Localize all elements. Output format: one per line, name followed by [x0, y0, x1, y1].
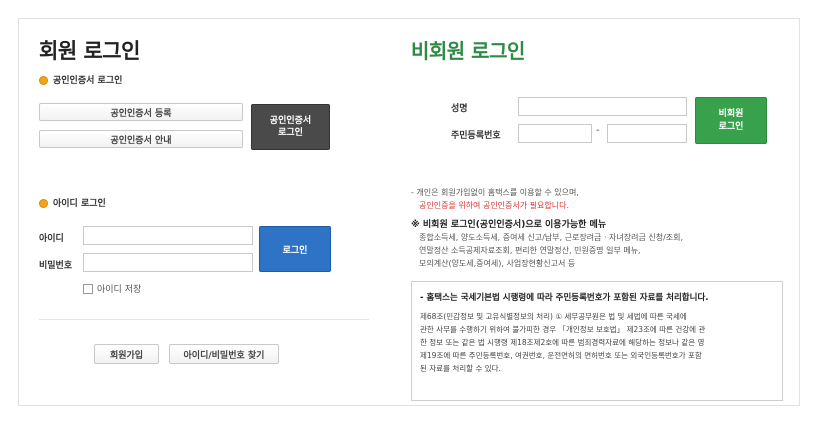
info-line-2: 공인인증을 위하여 공인인증서가 필요합니다. [419, 201, 570, 210]
notice-line-1: 제68조(민감정보 및 고유식별정보의 처리) ① 세무공무원은 법 및 세법에… [420, 312, 687, 321]
notice-line-3: 한 정보 또는 같은 법 시행령 제18조제2호에 따른 범죄경력자료에 해당하… [420, 338, 705, 347]
save-id-checkbox[interactable] [83, 283, 93, 294]
save-id-row[interactable]: 아이디 저장 [83, 282, 141, 295]
password-input[interactable] [83, 253, 253, 272]
rrn-front-input[interactable] [518, 124, 592, 143]
notice-line-5: 된 자료를 처리할 수 있다. [420, 364, 501, 373]
guest-login-panel: 비회원 로그인 성명 주민등록번호 - 비회원 로그인 - 개인은 회원가입없이… [411, 31, 783, 401]
guest-menu-line-3: 모의계산(양도세,증여세), 사업장현황신고서 등 [419, 259, 576, 268]
notice-line-2: 관한 사무를 수행하기 위하여 불가피한 경우 「개인정보 보호법」 제23조에… [420, 325, 706, 334]
id-input[interactable] [83, 226, 253, 245]
notice-box: - 홈택스는 국세기본법 시행령에 따라 주민등록번호가 포함된 자료를 처리합… [411, 281, 783, 401]
member-login-title: 회원 로그인 [39, 39, 140, 63]
divider [39, 319, 369, 320]
notice-line-4: 제19조에 따른 주민등록번호, 여권번호, 운전면허의 면허번호 또는 외국인… [420, 351, 702, 360]
cert-login-label: 공인인증서 로그인 [53, 76, 123, 86]
find-id-password-button[interactable]: 아이디/비밀번호 찾기 [169, 344, 279, 364]
id-login-heading: 아이디 로그인 [39, 196, 106, 209]
name-label: 성명 [451, 104, 468, 114]
rrn-back-input[interactable] [607, 124, 687, 143]
notice-title: - 홈택스는 국세기본법 시행령에 따라 주민등록번호가 포함된 자료를 처리합… [420, 293, 709, 303]
guest-login-title: 비회원 로그인 [411, 39, 525, 63]
guest-login-button[interactable]: 비회원 로그인 [695, 97, 767, 144]
bullet-icon [39, 199, 48, 208]
password-label: 비밀번호 [39, 261, 73, 271]
info-line-1: - 개인은 회원가입없이 홈택스를 이용할 수 있으며, [411, 188, 579, 197]
rrn-separator: - [596, 125, 600, 136]
save-id-label: 아이디 저장 [97, 285, 142, 295]
join-button[interactable]: 회원가입 [94, 344, 159, 364]
rrn-label: 주민등록번호 [451, 131, 501, 141]
cert-guide-button[interactable]: 공인인증서 안내 [39, 130, 243, 148]
guest-menu-line-1: 종합소득세, 양도소득세, 증여세 신고/납부, 근로장려금 · 자녀장려금 신… [419, 233, 684, 242]
bullet-icon [39, 76, 48, 85]
id-login-label: 아이디 로그인 [53, 199, 106, 209]
cert-login-heading: 공인인증서 로그인 [39, 73, 122, 86]
member-login-panel: 회원 로그인 공인인증서 로그인 공인인증서 등록 공인인증서 안내 공인인증서… [39, 31, 384, 401]
login-container: 회원 로그인 공인인증서 로그인 공인인증서 등록 공인인증서 안내 공인인증서… [18, 18, 800, 406]
cert-register-button[interactable]: 공인인증서 등록 [39, 103, 243, 121]
name-input[interactable] [518, 97, 687, 116]
guest-menu-title: ※ 비회원 로그인(공인인증서)으로 이용가능한 메뉴 [411, 220, 607, 230]
id-label: 아이디 [39, 234, 64, 244]
cert-login-button[interactable]: 공인인증서 로그인 [251, 104, 330, 150]
id-login-button[interactable]: 로그인 [259, 226, 331, 272]
guest-menu-line-2: 연말정산 소득공제자료조회, 편리한 연말정산, 민원증명 일부 메뉴, [419, 246, 641, 255]
